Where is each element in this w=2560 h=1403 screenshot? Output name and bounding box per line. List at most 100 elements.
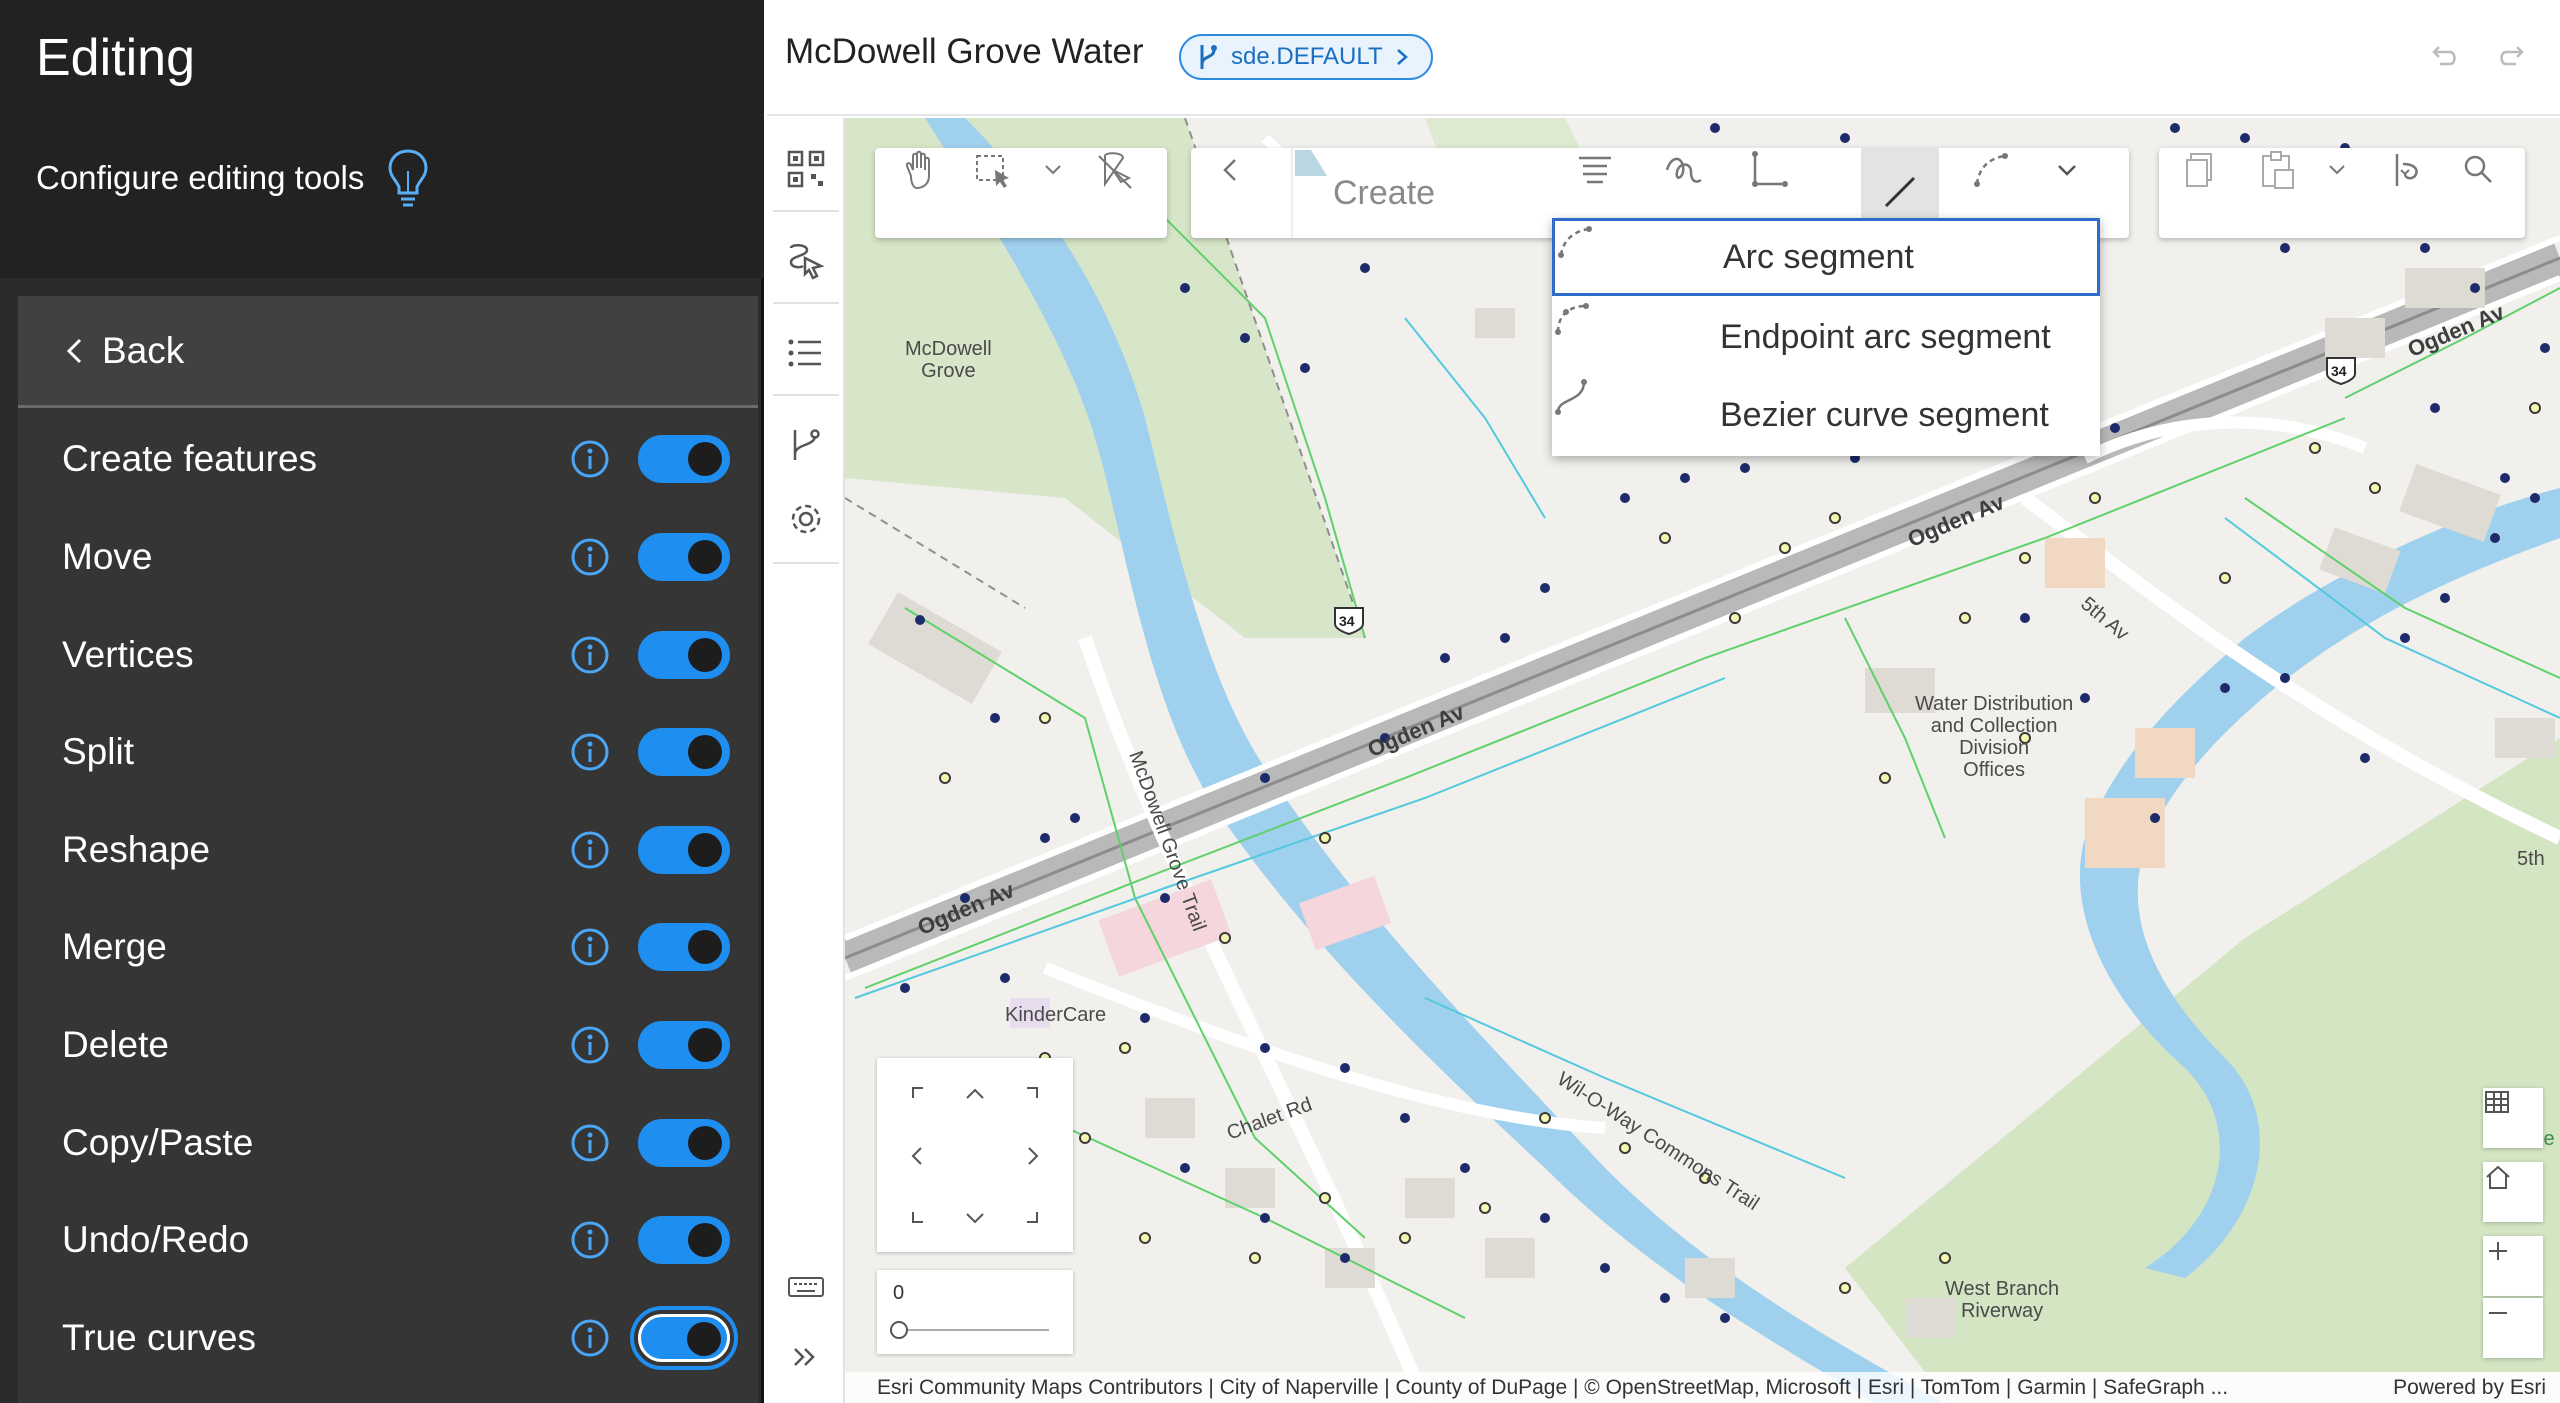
branch-versioning-icon[interactable]: [785, 424, 827, 466]
pan-up-icon: [966, 1088, 984, 1099]
map-title: McDowell Grove Water: [785, 32, 1144, 71]
branch-label: sde.DEFAULT: [1231, 43, 1383, 70]
lightbulb-icon[interactable]: [386, 147, 430, 209]
zoom-value: 0: [893, 1282, 905, 1304]
info-icon[interactable]: [570, 635, 610, 675]
tool-row-delete: Delete: [18, 996, 758, 1094]
pan-down-right-icon: [1027, 1212, 1038, 1223]
search-icon[interactable]: [2457, 148, 2501, 192]
info-icon[interactable]: [570, 537, 610, 577]
tools-list: Back Create features Move Vertices Split…: [18, 296, 758, 1403]
list-icon[interactable]: [785, 332, 827, 374]
segment-type-menu: Arc segment Endpoint arc segment Bezier …: [1552, 218, 2100, 456]
rectangle-select-icon[interactable]: [971, 148, 1015, 192]
route-shield-label: 34: [2331, 363, 2347, 379]
toggle-switch[interactable]: [638, 533, 730, 581]
back-button[interactable]: Back: [18, 296, 758, 408]
arc-segment-icon[interactable]: [1969, 148, 2013, 192]
keyboard-icon[interactable]: [785, 1266, 827, 1308]
info-icon[interactable]: [570, 1123, 610, 1163]
menu-item-endpoint-arc-segment[interactable]: Endpoint arc segment: [1552, 298, 2100, 376]
chevron-down-icon[interactable]: [2045, 148, 2089, 192]
info-icon[interactable]: [570, 1220, 610, 1260]
info-icon[interactable]: [570, 439, 610, 479]
utility-toolbar: [2159, 148, 2525, 238]
tool-label: Move: [62, 536, 153, 577]
toggle-switch[interactable]: [638, 1216, 730, 1264]
tool-row-copy-paste: Copy/Paste: [18, 1094, 758, 1192]
expand-double-chevron-icon[interactable]: [785, 1336, 827, 1378]
toggle-switch[interactable]: [638, 1021, 730, 1069]
copy-icon[interactable]: [2179, 148, 2223, 192]
undo-icon[interactable]: [2426, 40, 2460, 74]
line-segment-icon: [1884, 176, 1916, 208]
pan-hand-icon[interactable]: [897, 148, 941, 192]
attribute-layers-icon[interactable]: [1573, 148, 1617, 192]
chevron-left-icon[interactable]: [1209, 148, 1253, 192]
tool-label: Merge: [62, 926, 167, 967]
menu-item-bezier-curve-segment[interactable]: Bezier curve segment: [1552, 376, 2100, 454]
freehand-icon[interactable]: [1661, 148, 1705, 192]
tool-label: Vertices: [62, 634, 194, 675]
menu-item-label: Endpoint arc segment: [1720, 317, 2051, 356]
powered-by-esri[interactable]: Powered by Esri: [2393, 1372, 2546, 1403]
map-label-mcdowell-grove: McDowell Grove: [905, 338, 992, 382]
redo-icon[interactable]: [2496, 40, 2530, 74]
map-view[interactable]: McDowell Grove McDowell Grove Trail Wate…: [845, 118, 2560, 1403]
map-header: McDowell Grove Water sde.DEFAULT: [767, 0, 2560, 116]
info-icon[interactable]: [570, 732, 610, 772]
home-button[interactable]: [2483, 1162, 2543, 1222]
toggle-switch[interactable]: [638, 826, 730, 874]
branch-version-button[interactable]: sde.DEFAULT: [1179, 34, 1433, 80]
branch-icon: [1200, 45, 1217, 69]
bezier-curve-icon: [1555, 379, 1587, 415]
info-icon[interactable]: [570, 927, 610, 967]
basemap-gallery-button[interactable]: [2483, 1088, 2543, 1148]
back-label: Back: [102, 329, 185, 371]
toggle-switch[interactable]: [638, 1119, 730, 1167]
info-icon[interactable]: [570, 1318, 610, 1358]
zoom-slider[interactable]: 0: [877, 1270, 1073, 1354]
slider-track[interactable]: [877, 1316, 1073, 1346]
toggle-switch[interactable]: [638, 923, 730, 971]
chevron-right-icon: [1396, 49, 1408, 65]
zoom-out-button[interactable]: [2483, 1298, 2543, 1358]
paste-icon[interactable]: [2255, 148, 2299, 192]
toggle-switch[interactable]: [630, 1306, 738, 1370]
minus-icon: [2489, 1312, 2507, 1314]
toggle-switch[interactable]: [638, 435, 730, 483]
snapping-icon[interactable]: [2385, 148, 2429, 192]
table-grid-icon: [2485, 1091, 2509, 1113]
tool-label: Create features: [62, 438, 318, 479]
tool-label: Undo/Redo: [62, 1219, 250, 1260]
tool-label: Copy/Paste: [62, 1122, 254, 1163]
menu-item-arc-segment[interactable]: Arc segment: [1552, 218, 2100, 296]
create-button[interactable]: Create: [1291, 148, 1531, 238]
toggle-switch[interactable]: [638, 728, 730, 776]
pan-right-icon: [1028, 1147, 1039, 1165]
right-angle-icon[interactable]: [1747, 148, 1791, 192]
pan-left-icon: [911, 1147, 922, 1165]
home-icon: [2486, 1165, 2510, 1189]
pan-down-left-icon: [912, 1212, 923, 1223]
info-icon[interactable]: [570, 1025, 610, 1065]
clear-selection-icon[interactable]: [1093, 148, 1137, 192]
chevron-down-icon[interactable]: [1031, 148, 1075, 192]
toggle-switch[interactable]: [638, 631, 730, 679]
tool-row-reshape: Reshape: [18, 801, 758, 899]
qr-code-icon[interactable]: [785, 148, 827, 190]
tool-label: Split: [62, 731, 134, 772]
chevron-down-icon[interactable]: [2315, 148, 2359, 192]
tool-row-vertices: Vertices: [18, 606, 758, 704]
chevron-left-icon: [66, 338, 82, 363]
info-icon[interactable]: [570, 830, 610, 870]
select-feature-icon[interactable]: [785, 240, 827, 282]
create-label: Create: [1333, 173, 1436, 212]
zoom-in-button[interactable]: [2483, 1236, 2543, 1296]
polygon-icon: [1295, 150, 1327, 176]
settings-gear-icon[interactable]: [785, 498, 827, 540]
tool-row-true-curves: True curves: [18, 1289, 758, 1387]
endpoint-arc-icon: [1555, 303, 1589, 335]
tool-row-move: Move: [18, 508, 758, 606]
tool-row-merge: Merge: [18, 898, 758, 996]
